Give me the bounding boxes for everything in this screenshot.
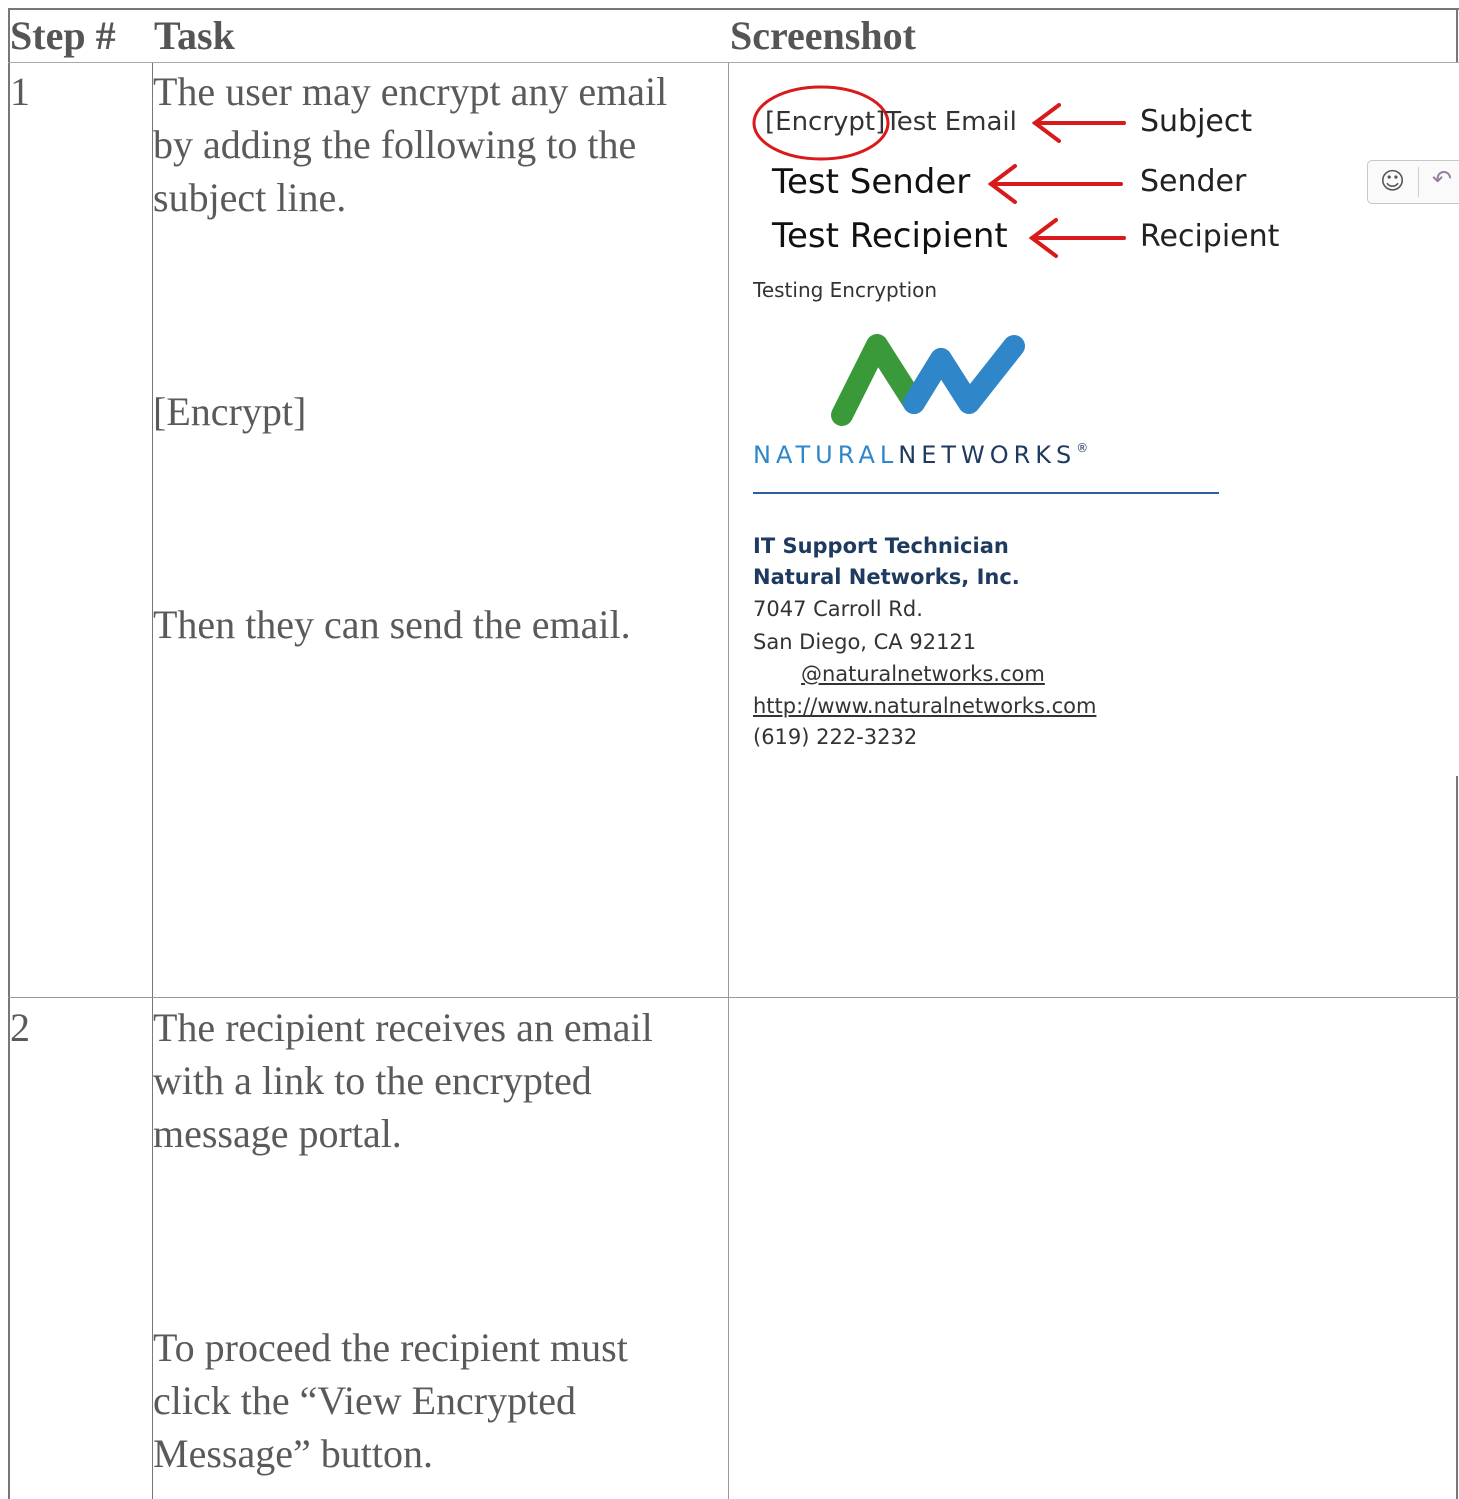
signature-company: Natural Networks, Inc. xyxy=(753,565,1020,589)
signature-title: IT Support Technician xyxy=(753,534,1009,558)
reply-icon[interactable]: ↶ xyxy=(1432,165,1452,193)
natural-networks-logo-mark-icon xyxy=(831,334,1025,426)
task-2-paragraph-2: To proceed the recipient must click the … xyxy=(153,1325,628,1476)
logo-registered-mark: ® xyxy=(1076,441,1094,455)
header-task: Task xyxy=(154,13,235,58)
signature-email-link[interactable]: @naturalnetworks.com xyxy=(801,659,1045,690)
signature-address-line-2: San Diego, CA 92121 xyxy=(753,630,977,654)
email-body-text: Testing Encryption xyxy=(753,278,938,302)
table-border-top xyxy=(8,8,1459,10)
signature-address-line-1: 7047 Carroll Rd. xyxy=(753,597,923,621)
label-recipient: Recipient xyxy=(1140,219,1280,254)
smiley-icon[interactable]: ☺ xyxy=(1380,167,1405,195)
task-1-paragraph-2: [Encrypt] xyxy=(153,389,307,434)
message-toolbar: ☺ ↶ xyxy=(1367,160,1459,204)
table-border-left xyxy=(8,8,10,1499)
sender-arrow-icon xyxy=(987,164,1123,204)
logo-word-natural: NATURAL xyxy=(753,441,899,469)
task-2-paragraph-1: The recipient receives an email with a l… xyxy=(153,1005,653,1156)
subject-encrypt-tag: [Encrypt] xyxy=(765,107,886,137)
row-divider xyxy=(8,997,1459,998)
column-divider-1 xyxy=(152,63,153,1499)
task-1-paragraph-3: Then they can send the email. xyxy=(153,602,631,647)
recipient-arrow-icon xyxy=(1028,218,1126,258)
header-screenshot: Screenshot xyxy=(730,13,916,58)
subject-line: [Encrypt]Test Email xyxy=(765,107,1017,137)
step-number-2: 2 xyxy=(10,1005,30,1050)
header-step: Step # xyxy=(10,13,116,58)
step-number-1: 1 xyxy=(10,69,30,114)
signature-website-link[interactable]: http://www.naturalnetworks.com xyxy=(753,691,1096,722)
logo-wordmark: NATURALNETWORKS® xyxy=(753,441,1093,469)
task-1-paragraph-1: The user may encrypt any email by adding… xyxy=(153,69,668,220)
email-screenshot: [Encrypt]Test Email Test Sender Test Rec… xyxy=(729,63,1459,776)
recipient-name: Test Recipient xyxy=(772,216,1008,256)
logo-word-networks: NETWORKS xyxy=(898,441,1077,469)
sender-name: Test Sender xyxy=(772,162,971,202)
toolbar-separator xyxy=(1418,167,1419,197)
subject-title: Test Email xyxy=(885,107,1017,137)
subject-arrow-icon xyxy=(1031,103,1126,143)
signature-phone: (619) 222-3232 xyxy=(753,725,918,749)
label-subject: Subject xyxy=(1140,104,1253,139)
label-sender: Sender xyxy=(1140,164,1247,199)
